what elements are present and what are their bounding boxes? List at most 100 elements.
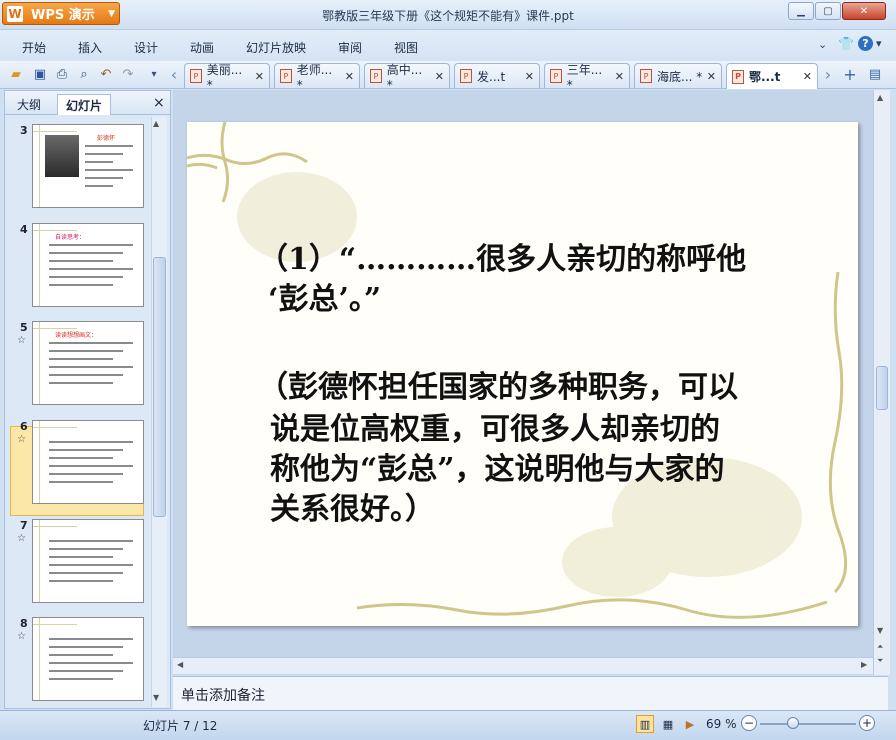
slide-number: 6 bbox=[20, 420, 28, 433]
close-window-button[interactable]: ✕ bbox=[842, 2, 886, 20]
print-icon[interactable]: ⎙ bbox=[54, 66, 70, 82]
document-tab-laoshi[interactable]: P 老师... * ✕ bbox=[274, 63, 360, 92]
zoom-slider-handle[interactable] bbox=[787, 717, 799, 729]
new-tab-icon[interactable]: + bbox=[842, 65, 858, 84]
close-tab-icon[interactable]: ✕ bbox=[341, 70, 354, 83]
thumbnail-heading: 读读想想画文： bbox=[55, 332, 98, 339]
slide-thumbnail[interactable]: 彭德怀 bbox=[32, 124, 144, 208]
document-tab-label: 老师... * bbox=[296, 62, 333, 92]
minimize-button[interactable]: ▁ bbox=[788, 2, 814, 20]
close-tab-icon[interactable]: ✕ bbox=[611, 70, 624, 83]
chevron-down-icon[interactable]: ⌄ bbox=[818, 38, 827, 51]
menu-item-design[interactable]: 设计 bbox=[134, 39, 158, 56]
maximize-button[interactable]: ▢ bbox=[815, 2, 841, 20]
animation-star-icon: ☆ bbox=[17, 335, 26, 346]
scroll-right-icon[interactable]: ▶ bbox=[861, 660, 867, 669]
scroll-down-icon[interactable]: ▼ bbox=[153, 693, 159, 702]
zoom-out-icon[interactable]: − bbox=[741, 715, 757, 731]
close-tab-icon[interactable]: ✕ bbox=[521, 70, 534, 83]
animation-star-icon: ☆ bbox=[17, 631, 26, 642]
save-icon[interactable]: ▣ bbox=[32, 66, 48, 82]
slide-thumbnail[interactable]: 读读想想画文： bbox=[32, 321, 144, 405]
slide-number: 5 bbox=[20, 321, 28, 334]
slide-thumbnail[interactable] bbox=[32, 617, 144, 701]
thumbnail-heading: 自读思考： bbox=[55, 234, 86, 241]
menu-item-animation[interactable]: 动画 bbox=[190, 39, 214, 56]
menu-item-slideshow[interactable]: 幻灯片放映 bbox=[246, 39, 306, 56]
scroll-left-icon[interactable]: ◀ bbox=[177, 660, 183, 669]
previous-slide-icon[interactable]: ⏶ bbox=[877, 642, 883, 652]
slide-thumbnail[interactable]: 自读思考： bbox=[32, 223, 144, 307]
open-folder-icon[interactable]: ▰ bbox=[8, 66, 24, 82]
document-tab-label: 美丽... * bbox=[206, 62, 243, 92]
scroll-up-icon[interactable]: ▲ bbox=[153, 119, 159, 128]
tab-list-icon[interactable]: ▤ bbox=[867, 66, 883, 82]
scroll-thumb[interactable] bbox=[876, 366, 888, 410]
tabs-scroll-right-icon[interactable]: › bbox=[820, 65, 836, 84]
document-tab-label: 三年... * bbox=[566, 62, 603, 92]
close-tab-icon[interactable]: ✕ bbox=[251, 70, 264, 83]
document-tab-e[interactable]: P 鄂...t ✕ bbox=[726, 63, 818, 89]
document-tab-gaozhong[interactable]: P 高中... * ✕ bbox=[364, 63, 450, 92]
menu-item-view[interactable]: 视图 bbox=[394, 39, 418, 56]
notes-pane[interactable]: 单击添加备注 bbox=[173, 676, 888, 710]
skin-shirt-icon[interactable]: 👕 bbox=[838, 37, 854, 52]
customize-toolbar-icon[interactable]: ▾ bbox=[146, 66, 162, 82]
menu-item-insert[interactable]: 插入 bbox=[78, 39, 102, 56]
normal-view-icon[interactable]: ▥ bbox=[636, 715, 654, 733]
document-tab-haidi[interactable]: P 海底... * ✕ bbox=[634, 63, 722, 88]
thumbnail-scrollbar[interactable]: ▲ ▼ bbox=[151, 117, 167, 707]
zoom-in-icon[interactable]: + bbox=[859, 715, 875, 731]
document-tab-sannianji[interactable]: P 三年... * ✕ bbox=[544, 63, 630, 92]
redo-icon[interactable]: ↷ bbox=[120, 66, 136, 82]
thumbnail-heading: 彭德怀 bbox=[97, 135, 116, 142]
slide-thumbnail[interactable] bbox=[32, 420, 144, 504]
notes-placeholder: 单击添加备注 bbox=[181, 688, 265, 704]
slide-number: 8 bbox=[20, 617, 28, 630]
slide-canvas[interactable]: （1）“…………很多人亲切的称呼他 ‘彭总’。” （彭德怀担任国家的多种职务，可… bbox=[187, 122, 858, 626]
close-tab-icon[interactable]: ✕ bbox=[799, 70, 812, 83]
help-icon[interactable]: ? bbox=[858, 36, 873, 51]
scroll-thumb[interactable] bbox=[153, 257, 166, 517]
print-preview-icon[interactable]: ⌕ bbox=[76, 66, 92, 82]
scroll-down-icon[interactable]: ▼ bbox=[877, 626, 883, 635]
tab-slides[interactable]: 幻灯片 bbox=[57, 94, 112, 115]
maximize-icon: ▢ bbox=[823, 5, 833, 17]
scroll-up-icon[interactable]: ▲ bbox=[877, 93, 883, 102]
window-title: 鄂教版三年级下册《这个规矩不能有》课件.ppt bbox=[322, 9, 574, 23]
status-bar: 幻灯片 7 / 12 ▥ ▦ ▶ 69 % − + bbox=[0, 710, 896, 740]
document-tab-label: 高中... * bbox=[386, 62, 423, 92]
menu-item-home[interactable]: 开始 bbox=[22, 39, 46, 56]
zoom-slider-track[interactable] bbox=[760, 723, 856, 725]
slide-vertical-scrollbar[interactable]: ▲ ▼ ⏶ ⏷ bbox=[873, 90, 890, 675]
next-slide-icon[interactable]: ⏷ bbox=[877, 656, 883, 666]
close-tab-icon[interactable]: ✕ bbox=[431, 70, 444, 83]
animation-star-icon: ☆ bbox=[17, 533, 26, 544]
slide-text-line: 说是位高权重，可很多人却亲切的 bbox=[270, 412, 720, 447]
ppt-file-icon: P bbox=[370, 69, 382, 83]
minimize-icon: ▁ bbox=[797, 5, 805, 17]
ppt-file-icon: P bbox=[732, 69, 744, 84]
menu-item-review[interactable]: 审阅 bbox=[338, 39, 362, 56]
tabs-scroll-left-icon[interactable]: ‹ bbox=[166, 65, 182, 84]
ppt-file-icon: P bbox=[280, 69, 292, 83]
animation-star-icon: ☆ bbox=[17, 434, 26, 445]
slide-sorter-icon[interactable]: ▦ bbox=[659, 715, 677, 733]
slide-horizontal-scrollbar[interactable]: ◀ ▶ bbox=[173, 657, 873, 674]
tab-outline[interactable]: 大纲 bbox=[9, 94, 49, 115]
close-tab-icon[interactable]: ✕ bbox=[703, 70, 716, 83]
document-tab-label: 鄂...t bbox=[749, 70, 781, 84]
undo-icon[interactable]: ↶ bbox=[98, 66, 114, 82]
slideshow-icon[interactable]: ▶ bbox=[681, 715, 699, 733]
panel-tabs: 大纲 幻灯片 × bbox=[5, 91, 170, 115]
document-tab-fa[interactable]: P 发...t ✕ bbox=[454, 63, 540, 88]
slide-text-line: ‘彭总’。” bbox=[268, 282, 382, 317]
close-icon: ✕ bbox=[859, 5, 869, 17]
close-panel-icon[interactable]: × bbox=[153, 95, 165, 111]
chevron-down-icon[interactable]: ▾ bbox=[876, 37, 882, 50]
ppt-file-icon: P bbox=[640, 69, 652, 83]
document-tab-meili[interactable]: P 美丽... * ✕ bbox=[184, 63, 270, 92]
document-tab-label: 海底... * bbox=[657, 69, 703, 84]
slide-thumbnail[interactable] bbox=[32, 519, 144, 603]
slide-number: 4 bbox=[20, 223, 28, 236]
